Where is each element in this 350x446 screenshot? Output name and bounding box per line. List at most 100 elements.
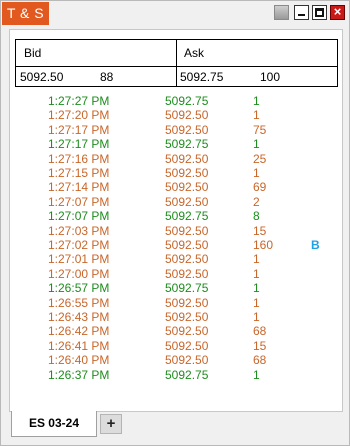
trade-row: 1:27:17 PM 5092.50 75: [10, 123, 344, 138]
trade-size: 1: [253, 108, 260, 123]
trade-price: 5092.75: [165, 281, 209, 296]
trade-row: 1:27:20 PM 5092.50 1: [10, 108, 344, 123]
trade-row: 1:26:37 PM 5092.75 1: [10, 368, 344, 383]
trade-size: 25: [253, 151, 267, 166]
trade-price: 5092.50: [165, 324, 209, 339]
trade-price: 5092.50: [165, 166, 209, 180]
trade-price: 5092.50: [165, 194, 209, 209]
window-title: T & S: [2, 2, 49, 25]
trade-price: 5092.50: [165, 295, 209, 310]
block-trade-flag: B: [311, 238, 320, 252]
trade-row: 1:27:15 PM 5092.50 1: [10, 166, 344, 181]
trade-row: 1:27:00 PM 5092.50 1: [10, 267, 344, 282]
trade-row: 1:26:43 PM 5092.50 1: [10, 310, 344, 325]
trade-row: 1:27:02 PM 5092.50 160 B: [10, 238, 344, 253]
trade-price: 5092.50: [165, 338, 209, 353]
trade-row: 1:26:40 PM 5092.50 68: [10, 353, 344, 368]
trade-time: 1:27:07 PM: [48, 194, 110, 209]
trade-time: 1:26:41 PM: [48, 338, 110, 353]
trade-time: 1:26:57 PM: [48, 281, 110, 296]
bid-header: Bid: [24, 46, 42, 60]
trade-row: 1:27:17 PM 5092.75 1: [10, 137, 344, 152]
trade-row: 1:26:42 PM 5092.50 68: [10, 324, 344, 339]
tape-panel: Bid Ask 5092.50 88 5092.75 100 1:27:27 P…: [9, 29, 343, 412]
trade-size: 1: [253, 166, 260, 180]
trade-time: 1:27:15 PM: [48, 166, 110, 180]
close-button[interactable]: ×: [330, 5, 345, 20]
trade-size: 1: [253, 137, 260, 152]
ask-header: Ask: [184, 46, 205, 60]
maximize-button[interactable]: [312, 5, 327, 20]
trade-size: 8: [253, 209, 260, 224]
ask-price: 5092.75: [180, 70, 224, 84]
trade-price: 5092.50: [165, 180, 209, 195]
trade-time: 1:27:27 PM: [48, 94, 110, 108]
trade-time: 1:27:02 PM: [48, 238, 110, 252]
trade-price: 5092.50: [165, 238, 209, 252]
trade-price: 5092.75: [165, 94, 209, 108]
ask-size: 100: [260, 70, 281, 84]
trade-time: 1:27:01 PM: [48, 252, 110, 267]
bid-ask-table: Bid Ask 5092.50 88 5092.75 100: [15, 39, 338, 87]
trade-row: 1:27:07 PM 5092.75 8: [10, 209, 344, 224]
trade-size: 75: [253, 122, 267, 137]
trade-price: 5092.50: [165, 310, 209, 324]
trade-price: 5092.50: [165, 108, 209, 123]
tab-bar: ES 03-24 +: [9, 411, 343, 438]
trade-time: 1:26:43 PM: [48, 310, 110, 324]
add-tab-button[interactable]: +: [100, 414, 122, 434]
trade-time: 1:27:07 PM: [48, 209, 110, 224]
tab-es-03-24[interactable]: ES 03-24: [11, 411, 97, 437]
trade-size: 1: [253, 94, 260, 108]
trade-row: 1:27:16 PM 5092.50 25: [10, 152, 344, 167]
trade-size: 1: [253, 266, 260, 281]
trade-time: 1:27:17 PM: [48, 122, 110, 137]
trade-size: 69: [253, 180, 267, 195]
trade-price: 5092.75: [165, 367, 209, 382]
trade-price: 5092.50: [165, 266, 209, 281]
trade-size: 15: [253, 338, 267, 353]
trade-time: 1:27:00 PM: [48, 266, 110, 281]
trade-time: 1:27:16 PM: [48, 151, 110, 166]
trade-size: 1: [253, 281, 260, 296]
trade-time: 1:27:03 PM: [48, 223, 110, 238]
trade-size: 68: [253, 353, 267, 368]
trade-price: 5092.75: [165, 209, 209, 224]
close-icon: ×: [333, 4, 342, 19]
trade-row: 1:27:27 PM 5092.75 1: [10, 94, 344, 109]
trade-price: 5092.50: [165, 353, 209, 368]
trade-row: 1:27:03 PM 5092.50 15: [10, 224, 344, 239]
trade-size: 1: [253, 367, 260, 382]
trade-row: 1:26:57 PM 5092.75 1: [10, 281, 344, 296]
trade-size: 1: [253, 310, 260, 324]
trade-size: 160: [253, 238, 274, 252]
trade-size: 15: [253, 223, 267, 238]
trade-price: 5092.50: [165, 151, 209, 166]
trade-size: 68: [253, 324, 267, 339]
table-divider: [176, 40, 177, 86]
trade-time: 1:27:14 PM: [48, 180, 110, 195]
trade-row: 1:26:55 PM 5092.50 1: [10, 296, 344, 311]
trade-size: 2: [253, 194, 260, 209]
trade-row: 1:27:01 PM 5092.50 1: [10, 252, 344, 267]
trade-size: 1: [253, 295, 260, 310]
link-color-button[interactable]: [274, 5, 289, 20]
bid-price: 5092.50: [20, 70, 64, 84]
trade-price: 5092.50: [165, 223, 209, 238]
minimize-button[interactable]: [294, 5, 309, 20]
trade-time: 1:26:37 PM: [48, 367, 110, 382]
trade-time: 1:27:20 PM: [48, 108, 110, 123]
trade-time: 1:26:55 PM: [48, 295, 110, 310]
bid-size: 88: [100, 70, 114, 84]
trade-time: 1:26:40 PM: [48, 353, 110, 368]
trade-price: 5092.50: [165, 122, 209, 137]
trade-row: 1:27:14 PM 5092.50 69: [10, 180, 344, 195]
trade-price: 5092.50: [165, 252, 209, 267]
trade-size: 1: [253, 252, 260, 267]
trade-price: 5092.75: [165, 137, 209, 152]
title-bar[interactable]: T & S ×: [1, 1, 349, 26]
trade-time: 1:27:17 PM: [48, 137, 110, 152]
trade-time: 1:26:42 PM: [48, 324, 110, 339]
time-and-sales-window: T & S × Bid Ask 5092.50 88 5092.75 100 1…: [0, 0, 350, 446]
trade-row: 1:27:07 PM 5092.50 2: [10, 195, 344, 210]
